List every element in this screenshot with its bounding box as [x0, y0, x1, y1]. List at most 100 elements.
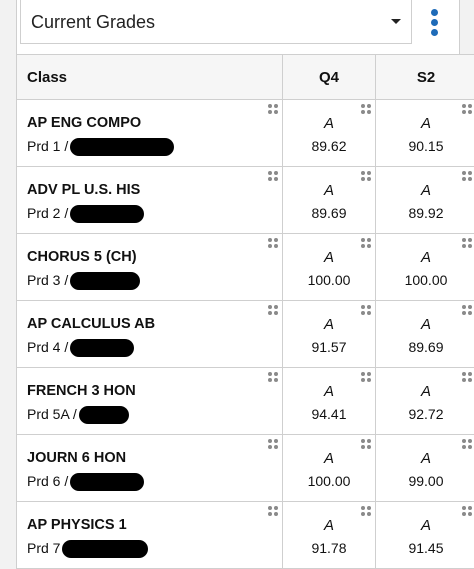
drag-handle-icon[interactable] [268, 372, 278, 382]
s2-grade-cell[interactable]: A 92.72 [376, 368, 474, 435]
class-period: Prd 5A / [27, 406, 281, 424]
redaction-mark [70, 138, 174, 156]
q4-letter-grade: A [284, 182, 374, 199]
class-cell[interactable]: AP PHYSICS 1 Prd 7 [17, 502, 283, 569]
drag-handle-icon[interactable] [268, 171, 278, 181]
drag-handle-icon[interactable] [462, 439, 472, 449]
drag-handle-icon[interactable] [361, 372, 371, 382]
class-period: Prd 1 / [27, 138, 281, 156]
class-name: CHORUS 5 (CH) [27, 249, 281, 265]
period-label: Prd 2 / [27, 205, 68, 221]
kebab-menu-icon[interactable] [428, 9, 440, 37]
table-header-row: Class Q4 S2 [17, 55, 474, 100]
s2-percent: 99.00 [377, 473, 474, 489]
s2-percent: 92.72 [377, 406, 474, 422]
period-label: Prd 3 / [27, 272, 68, 288]
redaction-mark [79, 406, 129, 424]
drag-handle-icon[interactable] [268, 238, 278, 248]
class-cell[interactable]: ADV PL U.S. HIS Prd 2 / [17, 167, 283, 234]
table-row[interactable]: CHORUS 5 (CH) Prd 3 / A 100.00 A 100.00 [17, 234, 474, 301]
s2-grade-cell[interactable]: A 99.00 [376, 435, 474, 502]
class-name: AP CALCULUS AB [27, 316, 281, 332]
s2-grade-cell[interactable]: A 91.45 [376, 502, 474, 569]
grades-dropdown[interactable]: Current Grades [20, 0, 412, 44]
table-row[interactable]: AP PHYSICS 1 Prd 7 A 91.78 A 91.45 [17, 502, 474, 569]
q4-grade-cell[interactable]: A 91.78 [283, 502, 376, 569]
s2-grade-cell[interactable]: A 89.69 [376, 301, 474, 368]
drag-handle-icon[interactable] [462, 171, 472, 181]
period-label: Prd 4 / [27, 339, 68, 355]
class-cell[interactable]: AP ENG COMPO Prd 1 / [17, 100, 283, 167]
q4-letter-grade: A [284, 517, 374, 534]
drag-handle-icon[interactable] [268, 305, 278, 315]
s2-grade-cell[interactable]: A 100.00 [376, 234, 474, 301]
class-name: ADV PL U.S. HIS [27, 182, 281, 198]
menu-dot [431, 29, 438, 36]
class-cell[interactable]: JOURN 6 HON Prd 6 / [17, 435, 283, 502]
redaction-mark [70, 272, 140, 290]
redaction-mark [62, 540, 148, 558]
q4-letter-grade: A [284, 383, 374, 400]
s2-grade-cell[interactable]: A 89.92 [376, 167, 474, 234]
redaction-mark [70, 339, 134, 357]
s2-letter-grade: A [377, 182, 474, 199]
s2-percent: 91.45 [377, 540, 474, 556]
header-class[interactable]: Class [17, 55, 283, 100]
s2-letter-grade: A [377, 383, 474, 400]
drag-handle-icon[interactable] [361, 171, 371, 181]
q4-grade-cell[interactable]: A 89.62 [283, 100, 376, 167]
s2-grade-cell[interactable]: A 90.15 [376, 100, 474, 167]
drag-handle-icon[interactable] [462, 238, 472, 248]
drag-handle-icon[interactable] [361, 439, 371, 449]
class-cell[interactable]: FRENCH 3 HON Prd 5A / [17, 368, 283, 435]
s2-letter-grade: A [377, 316, 474, 333]
menu-dot [431, 19, 438, 26]
q4-percent: 94.41 [284, 406, 374, 422]
drag-handle-icon[interactable] [361, 305, 371, 315]
class-period: Prd 7 [27, 540, 281, 558]
s2-letter-grade: A [377, 517, 474, 534]
menu-dot [431, 9, 438, 16]
q4-letter-grade: A [284, 249, 374, 266]
class-period: Prd 2 / [27, 205, 281, 223]
drag-handle-icon[interactable] [361, 506, 371, 516]
class-name: JOURN 6 HON [27, 450, 281, 466]
s2-percent: 89.69 [377, 339, 474, 355]
header-s2[interactable]: S2 [376, 55, 474, 100]
q4-letter-grade: A [284, 115, 374, 132]
grades-table: Class Q4 S2 AP ENG COMPO Prd 1 / A 89.62… [16, 54, 474, 569]
drag-handle-icon[interactable] [462, 305, 472, 315]
period-label: Prd 7 [27, 540, 60, 556]
caret-down-icon[interactable] [391, 19, 401, 24]
table-row[interactable]: FRENCH 3 HON Prd 5A / A 94.41 A 92.72 [17, 368, 474, 435]
table-row[interactable]: ADV PL U.S. HIS Prd 2 / A 89.69 A 89.92 [17, 167, 474, 234]
q4-grade-cell[interactable]: A 94.41 [283, 368, 376, 435]
class-name: FRENCH 3 HON [27, 383, 281, 399]
q4-grade-cell[interactable]: A 100.00 [283, 234, 376, 301]
period-label: Prd 6 / [27, 473, 68, 489]
drag-handle-icon[interactable] [268, 439, 278, 449]
drag-handle-icon[interactable] [462, 506, 472, 516]
drag-handle-icon[interactable] [462, 372, 472, 382]
q4-letter-grade: A [284, 450, 374, 467]
class-name: AP ENG COMPO [27, 115, 281, 131]
class-cell[interactable]: CHORUS 5 (CH) Prd 3 / [17, 234, 283, 301]
drag-handle-icon[interactable] [462, 104, 472, 114]
class-cell[interactable]: AP CALCULUS AB Prd 4 / [17, 301, 283, 368]
drag-handle-icon[interactable] [268, 506, 278, 516]
table-row[interactable]: JOURN 6 HON Prd 6 / A 100.00 A 99.00 [17, 435, 474, 502]
q4-grade-cell[interactable]: A 100.00 [283, 435, 376, 502]
s2-percent: 90.15 [377, 138, 474, 154]
q4-grade-cell[interactable]: A 89.69 [283, 167, 376, 234]
drag-handle-icon[interactable] [361, 104, 371, 114]
q4-letter-grade: A [284, 316, 374, 333]
drag-handle-icon[interactable] [361, 238, 371, 248]
table-row[interactable]: AP ENG COMPO Prd 1 / A 89.62 A 90.15 [17, 100, 474, 167]
table-row[interactable]: AP CALCULUS AB Prd 4 / A 91.57 A 89.69 [17, 301, 474, 368]
class-period: Prd 6 / [27, 473, 281, 491]
drag-handle-icon[interactable] [268, 104, 278, 114]
header-q4[interactable]: Q4 [283, 55, 376, 100]
s2-letter-grade: A [377, 249, 474, 266]
q4-grade-cell[interactable]: A 91.57 [283, 301, 376, 368]
s2-percent: 89.92 [377, 205, 474, 221]
